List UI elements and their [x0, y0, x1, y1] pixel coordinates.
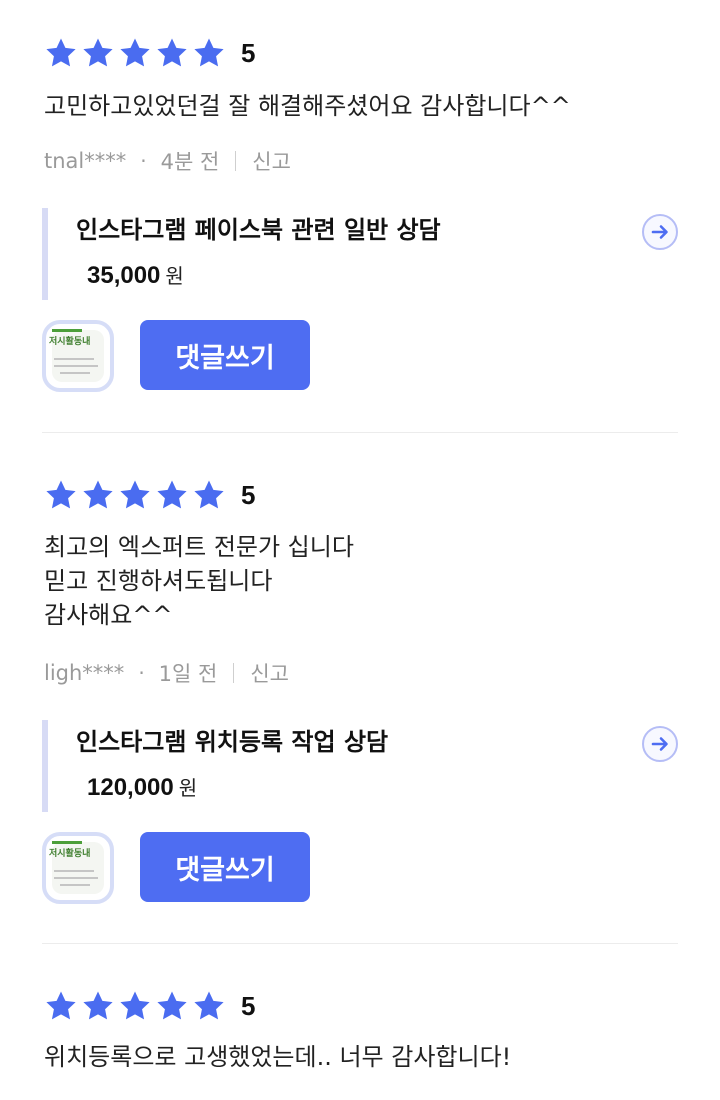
arrow-right-circle-icon[interactable] [642, 726, 678, 762]
meta-separator-dot: · [140, 149, 147, 173]
price-value: 120,000 [87, 774, 174, 801]
report-link[interactable]: 신고 [252, 146, 291, 176]
review-meta: tnal**** · 4분 전 신고 [44, 146, 291, 176]
meta-divider [233, 663, 235, 683]
report-link[interactable]: 신고 [250, 658, 289, 688]
review-author: ligh**** [44, 661, 125, 685]
review-divider [42, 432, 678, 433]
rating-stars: 5 [44, 36, 255, 70]
star-icon [44, 36, 78, 70]
arrow-right-circle-icon[interactable] [642, 214, 678, 250]
price-unit: 원 [178, 776, 198, 800]
service-thumbnail[interactable]: 저시활동내 [42, 320, 114, 392]
reply-button[interactable]: 댓글쓰기 [140, 832, 310, 902]
star-icon [44, 478, 78, 512]
star-icon [118, 478, 152, 512]
meta-separator-dot: · [138, 661, 145, 685]
service-card[interactable]: 인스타그램 페이스북 관련 일반 상담 35,000 원 [42, 208, 682, 300]
price-value: 35,000 [87, 262, 161, 289]
service-thumbnail[interactable]: 저시활동내 [42, 832, 114, 904]
review-content: 위치등록으로 고생했었는데.. 너무 감사합니다! [44, 1043, 512, 1071]
rating-stars: 5 [44, 478, 255, 512]
star-icon [155, 478, 189, 512]
star-icon [155, 36, 189, 70]
service-price: 35,000 원 [87, 260, 184, 290]
review-content: 고민하고있었던걸 잘 해결해주셨어요 감사합니다^^ [44, 92, 571, 120]
thumbnail-logo-text: 저시활동내 [49, 337, 91, 347]
service-accent-bar [42, 720, 48, 812]
star-icon [192, 478, 226, 512]
star-icon [118, 36, 152, 70]
rating-score: 5 [241, 479, 256, 510]
star-icon [81, 989, 115, 1023]
review-meta: ligh**** · 1일 전 신고 [44, 658, 289, 688]
thumbnail-logo-text: 저시활동내 [49, 849, 91, 859]
thumbnail-line [60, 372, 90, 374]
service-price: 120,000 원 [87, 772, 197, 802]
star-icon [81, 36, 115, 70]
service-title: 인스타그램 위치등록 작업 상담 [76, 728, 389, 756]
star-icon [44, 989, 78, 1023]
review-actions: 저시활동내 댓글쓰기 [42, 320, 682, 392]
rating-score: 5 [241, 37, 256, 68]
star-icon [81, 478, 115, 512]
review-content: 최고의 엑스퍼트 전문가 십니다 믿고 진행하셔도됩니다 감사해요^^ [44, 533, 354, 629]
reply-button[interactable]: 댓글쓰기 [140, 320, 310, 390]
review-actions: 저시활동내 댓글쓰기 [42, 832, 682, 904]
price-unit: 원 [165, 264, 184, 288]
rating-stars: 5 [44, 989, 255, 1023]
thumbnail-line [54, 870, 94, 872]
thumbnail-line [54, 358, 94, 360]
thumbnail-line [60, 884, 90, 886]
service-accent-bar [42, 208, 48, 300]
star-icon [155, 989, 189, 1023]
service-card[interactable]: 인스타그램 위치등록 작업 상담 120,000 원 [42, 720, 682, 812]
star-icon [192, 989, 226, 1023]
review-time: 4분 전 [160, 150, 220, 174]
review-divider [42, 943, 678, 944]
star-icon [192, 36, 226, 70]
star-icon [118, 989, 152, 1023]
rating-score: 5 [241, 990, 256, 1021]
review-author: tnal**** [44, 149, 127, 173]
service-title: 인스타그램 페이스북 관련 일반 상담 [76, 216, 441, 244]
meta-divider [235, 151, 237, 171]
review-time: 1일 전 [158, 662, 218, 686]
thumbnail-tag [52, 329, 82, 332]
thumbnail-tag [52, 841, 82, 844]
thumbnail-line [54, 365, 98, 367]
thumbnail-line [54, 877, 98, 879]
